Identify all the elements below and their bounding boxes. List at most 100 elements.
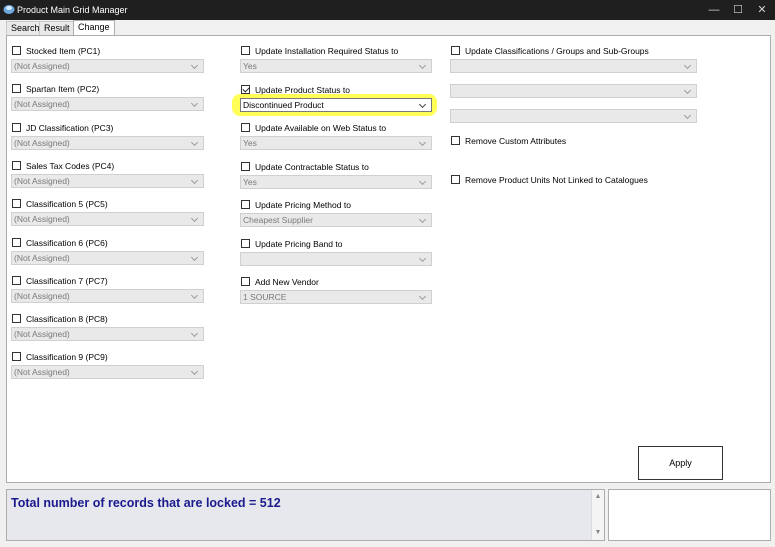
update-contractable-status-to-checkbox[interactable] xyxy=(241,161,250,171)
update-product-status-to-select[interactable]: Discontinued Product xyxy=(240,97,432,112)
chevron-down-icon[interactable] xyxy=(190,328,200,340)
classification-9-pc9-select-value: (Not Assigned) xyxy=(14,367,70,378)
remove-custom-attributes-checkbox[interactable] xyxy=(451,136,460,145)
classification-8-pc8-select-value: (Not Assigned) xyxy=(14,329,70,340)
classification-select-3[interactable] xyxy=(450,109,697,123)
chevron-down-icon[interactable] xyxy=(418,176,428,188)
chevron-down-icon[interactable] xyxy=(418,291,428,303)
classification-6-pc6-select[interactable]: (Not Assigned) xyxy=(11,250,204,265)
classification-7-pc7-checkbox[interactable] xyxy=(12,275,21,285)
chevron-down-icon[interactable] xyxy=(418,214,428,226)
chevron-down-icon[interactable] xyxy=(418,137,428,149)
chevron-down-icon[interactable] xyxy=(683,60,693,72)
stocked-item-pc1-select[interactable]: (Not Assigned) xyxy=(11,59,204,73)
chevron-down-icon[interactable] xyxy=(418,99,428,111)
classification-9-pc9-checkbox[interactable] xyxy=(12,352,21,362)
tab-change[interactable]: Change xyxy=(73,20,115,36)
update-contractable-status-to-select[interactable]: Yes xyxy=(240,174,432,189)
jd-classification-pc3-select[interactable]: (Not Assigned) xyxy=(11,135,204,150)
classification-select-2[interactable] xyxy=(450,84,697,98)
update-available-on-web-status-to-checkbox[interactable] xyxy=(241,123,250,132)
classification-6-pc6-select-value: (Not Assigned) xyxy=(14,252,70,263)
update-contractable-status-to-select-value: Yes xyxy=(243,176,257,187)
classifications-checkbox[interactable] xyxy=(451,46,460,55)
classifications-label: Update Classifications / Groups and Sub-… xyxy=(465,46,649,56)
chevron-down-icon[interactable] xyxy=(190,290,200,302)
classification-9-pc9-select[interactable]: (Not Assigned) xyxy=(11,365,204,380)
spartan-item-pc2-select[interactable]: (Not Assigned) xyxy=(11,97,204,112)
stocked-item-pc1-select-value: (Not Assigned) xyxy=(14,61,70,71)
update-contractable-status-to-label: Update Contractable Status to xyxy=(255,161,369,172)
add-new-vendor-select[interactable]: 1 SOURCE xyxy=(240,290,432,304)
scroll-down-icon[interactable]: ▼ xyxy=(593,528,603,538)
chevron-down-icon[interactable] xyxy=(190,366,200,378)
classification-select-1[interactable] xyxy=(450,59,697,73)
spartan-item-pc2-select-value: (Not Assigned) xyxy=(14,99,70,110)
scroll-up-icon[interactable]: ▲ xyxy=(593,492,603,502)
classification-8-pc8-select[interactable]: (Not Assigned) xyxy=(11,327,204,342)
chevron-down-icon[interactable] xyxy=(418,60,428,72)
sales-tax-codes-pc4-label: Sales Tax Codes (PC4) xyxy=(26,160,115,171)
maximize-icon[interactable]: ☐ xyxy=(727,2,749,18)
status-scrollbar[interactable]: ▲ ▼ xyxy=(591,490,604,540)
jd-classification-pc3-checkbox[interactable] xyxy=(12,122,21,132)
minimize-icon[interactable]: — xyxy=(703,2,725,18)
chevron-down-icon[interactable] xyxy=(190,252,200,264)
update-pricing-band-to-select[interactable] xyxy=(240,251,432,266)
classification-6-pc6-checkbox[interactable] xyxy=(12,237,21,247)
sales-tax-codes-pc4-select-value: (Not Assigned) xyxy=(14,175,70,186)
tab-result[interactable]: Result xyxy=(39,21,75,35)
update-pricing-method-to-select[interactable]: Cheapest Supplier xyxy=(240,213,432,227)
classification-7-pc7-select[interactable]: (Not Assigned) xyxy=(11,288,204,303)
add-new-vendor-checkbox[interactable] xyxy=(241,277,250,286)
update-installation-required-status-to-select[interactable]: Yes xyxy=(240,59,432,73)
sales-tax-codes-pc4-select[interactable]: (Not Assigned) xyxy=(11,173,204,188)
classification-5-pc5-select[interactable]: (Not Assigned) xyxy=(11,212,204,227)
add-new-vendor-label: Add New Vendor xyxy=(255,277,319,287)
update-pricing-method-to-label: Update Pricing Method to xyxy=(255,200,351,210)
classification-5-pc5-label: Classification 5 (PC5) xyxy=(26,199,108,210)
jd-classification-pc3-select-value: (Not Assigned) xyxy=(14,137,70,148)
spartan-item-pc2-label: Spartan Item (PC2) xyxy=(26,84,100,95)
update-pricing-band-to-checkbox[interactable] xyxy=(241,238,250,248)
chevron-down-icon[interactable] xyxy=(418,253,428,265)
chevron-down-icon[interactable] xyxy=(190,137,200,149)
side-info-box xyxy=(608,489,771,541)
chevron-down-icon[interactable] xyxy=(683,110,693,122)
update-pricing-band-to-label: Update Pricing Band to xyxy=(255,238,343,249)
spartan-item-pc2-checkbox[interactable] xyxy=(12,84,21,94)
classification-7-pc7-select-value: (Not Assigned) xyxy=(14,290,70,301)
classification-7-pc7-label: Classification 7 (PC7) xyxy=(26,275,108,286)
update-product-status-to-label: Update Product Status to xyxy=(255,84,350,95)
update-available-on-web-status-to-select[interactable]: Yes xyxy=(240,136,432,150)
status-panel: Total number of records that are locked … xyxy=(6,489,605,541)
title-bar: Product Main Grid Manager — ☐ ✕ xyxy=(0,0,775,20)
apply-button[interactable]: Apply xyxy=(638,446,723,480)
update-installation-required-status-to-checkbox[interactable] xyxy=(241,46,250,55)
chevron-down-icon[interactable] xyxy=(190,60,200,72)
app-icon xyxy=(3,5,15,14)
stocked-item-pc1-checkbox[interactable] xyxy=(12,46,21,55)
chevron-down-icon[interactable] xyxy=(190,98,200,110)
window-title: Product Main Grid Manager xyxy=(17,5,128,15)
update-installation-required-status-to-select-value: Yes xyxy=(243,61,257,71)
classification-5-pc5-checkbox[interactable] xyxy=(12,199,21,209)
remove-product-units-checkbox[interactable] xyxy=(451,175,460,184)
update-product-status-to-select-value: Discontinued Product xyxy=(243,99,324,110)
sales-tax-codes-pc4-checkbox[interactable] xyxy=(12,160,21,170)
update-pricing-method-to-checkbox[interactable] xyxy=(241,200,250,209)
chevron-down-icon[interactable] xyxy=(190,213,200,225)
update-installation-required-status-to-label: Update Installation Required Status to xyxy=(255,46,399,56)
classification-8-pc8-label: Classification 8 (PC8) xyxy=(26,314,108,325)
update-product-status-to-checkbox[interactable] xyxy=(241,84,250,94)
classification-5-pc5-select-value: (Not Assigned) xyxy=(14,214,70,225)
classification-8-pc8-checkbox[interactable] xyxy=(12,314,21,324)
update-pricing-method-to-select-value: Cheapest Supplier xyxy=(243,215,313,225)
chevron-down-icon[interactable] xyxy=(683,85,693,97)
close-icon[interactable]: ✕ xyxy=(751,2,773,18)
chevron-down-icon[interactable] xyxy=(190,175,200,187)
update-available-on-web-status-to-label: Update Available on Web Status to xyxy=(255,123,387,133)
jd-classification-pc3-label: JD Classification (PC3) xyxy=(26,122,114,133)
classification-6-pc6-label: Classification 6 (PC6) xyxy=(26,237,108,248)
remove-custom-attributes-label: Remove Custom Attributes xyxy=(465,136,567,146)
